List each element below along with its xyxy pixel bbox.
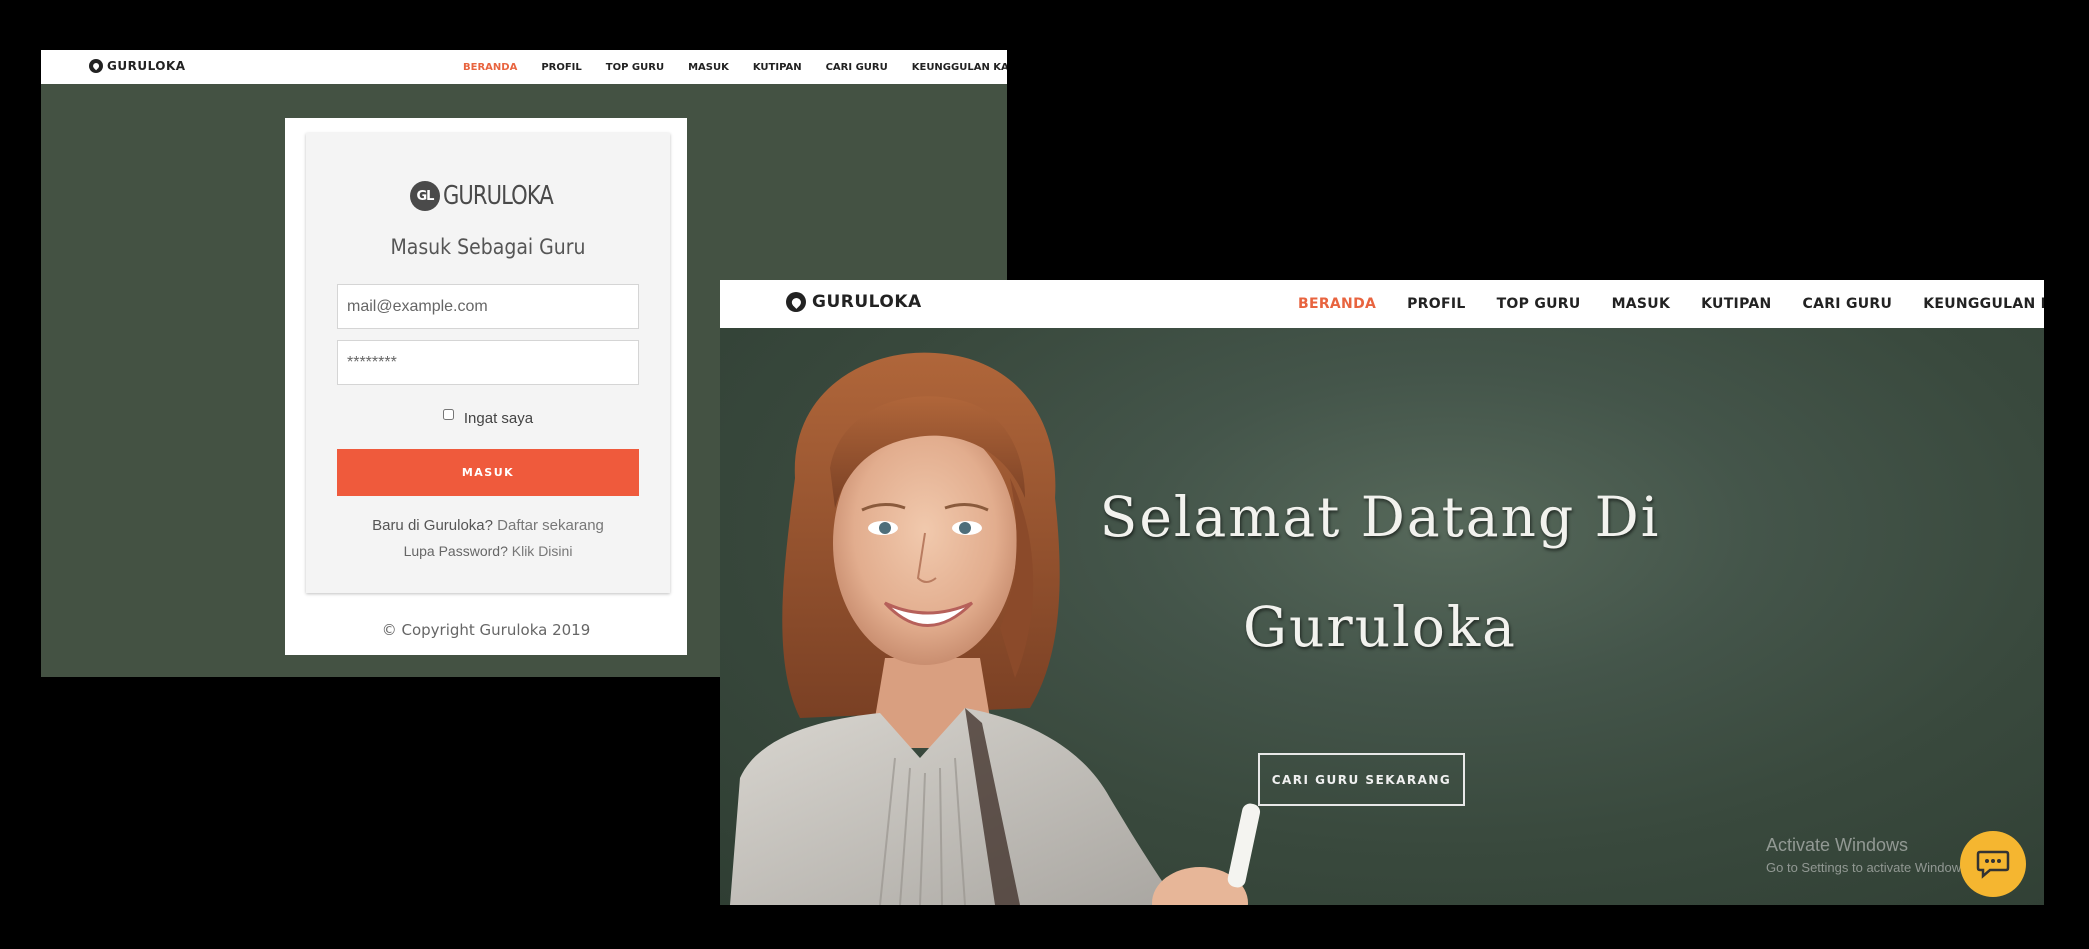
nav-item-beranda[interactable]: BERANDA [1298,296,1376,312]
chat-button[interactable] [1960,831,2026,897]
find-teacher-button[interactable]: CARI GURU SEKARANG [1258,753,1465,806]
forgot-prefix: Lupa Password? [403,543,508,559]
guruloka-badge-icon: GL [410,181,440,211]
forgot-password-link[interactable]: Klik Disini [512,543,573,559]
watermark-subtitle: Go to Settings to activate Windows. [1766,860,1972,875]
home-page-screenshot: GURULOKA BERANDA PROFIL TOP GURU MASUK K… [720,280,2044,905]
top-navbar: GURULOKA BERANDA PROFIL TOP GURU MASUK K… [720,280,2044,328]
nav-item-top-guru[interactable]: TOP GURU [606,62,664,73]
watermark-title: Activate Windows [1766,835,1909,855]
nav-item-masuk[interactable]: MASUK [1612,296,1671,312]
forgot-line: Lupa Password? Klik Disini [306,543,670,559]
activate-windows-watermark: Activate Windows Go to Settings to activ… [1766,835,1971,875]
login-panel: GL GURULOKA Masuk Sebagai Guru Ingat say… [285,118,687,655]
brand-name: GURULOKA [107,59,186,73]
nav-item-kutipan[interactable]: KUTIPAN [753,62,802,73]
nav-item-top-guru[interactable]: TOP GURU [1497,296,1581,312]
hero-title-line-2: Guruloka [1243,595,1517,659]
nav-item-cari-guru[interactable]: CARI GURU [826,62,888,73]
top-navbar: GURULOKA BERANDA PROFIL TOP GURU MASUK K… [41,50,1007,84]
hero-title-line-1: Selamat Datang Di [1099,485,1661,549]
card-logo: GL GURULOKA [410,181,565,211]
chat-bubble-icon [1976,850,2010,879]
nav-item-kutipan[interactable]: KUTIPAN [1701,296,1771,312]
nav-item-cari-guru[interactable]: CARI GURU [1803,296,1893,312]
nav-item-keunggulan-kami[interactable]: KEUNGGULAN KAMI [1923,296,2044,312]
nav-item-keunggulan-kami[interactable]: KEUNGGULAN KAMI [912,62,1007,73]
nav-menu: BERANDA PROFIL TOP GURU MASUK KUTIPAN CA… [1298,280,2044,328]
guruloka-logo-icon [89,59,103,73]
register-link[interactable]: Daftar sekarang [497,517,604,534]
email-field[interactable] [337,284,639,329]
nav-item-profil[interactable]: PROFIL [1407,296,1465,312]
brand-logo[interactable]: GURULOKA [786,292,922,312]
login-button[interactable]: MASUK [337,449,639,496]
card-logo-text: GURULOKA [443,181,554,211]
nav-item-profil[interactable]: PROFIL [541,62,581,73]
brand-logo[interactable]: GURULOKA [89,59,186,73]
login-card: GL GURULOKA Masuk Sebagai Guru Ingat say… [306,133,670,593]
nav-menu: BERANDA PROFIL TOP GURU MASUK KUTIPAN CA… [463,50,1007,84]
register-prefix: Baru di Guruloka? [372,517,493,534]
brand-name: GURULOKA [812,292,922,312]
login-title: Masuk Sebagai Guru [390,235,586,259]
nav-item-masuk[interactable]: MASUK [688,62,729,73]
remember-me[interactable]: Ingat saya [306,409,670,427]
register-line: Baru di Guruloka? Daftar sekarang [306,517,670,534]
remember-me-checkbox[interactable] [442,409,454,420]
guruloka-logo-icon [786,292,806,312]
nav-item-beranda[interactable]: BERANDA [463,62,517,73]
password-field[interactable] [337,340,639,385]
remember-me-label: Ingat saya [463,410,534,427]
copyright-text: © Copyright Guruloka 2019 [381,621,591,639]
